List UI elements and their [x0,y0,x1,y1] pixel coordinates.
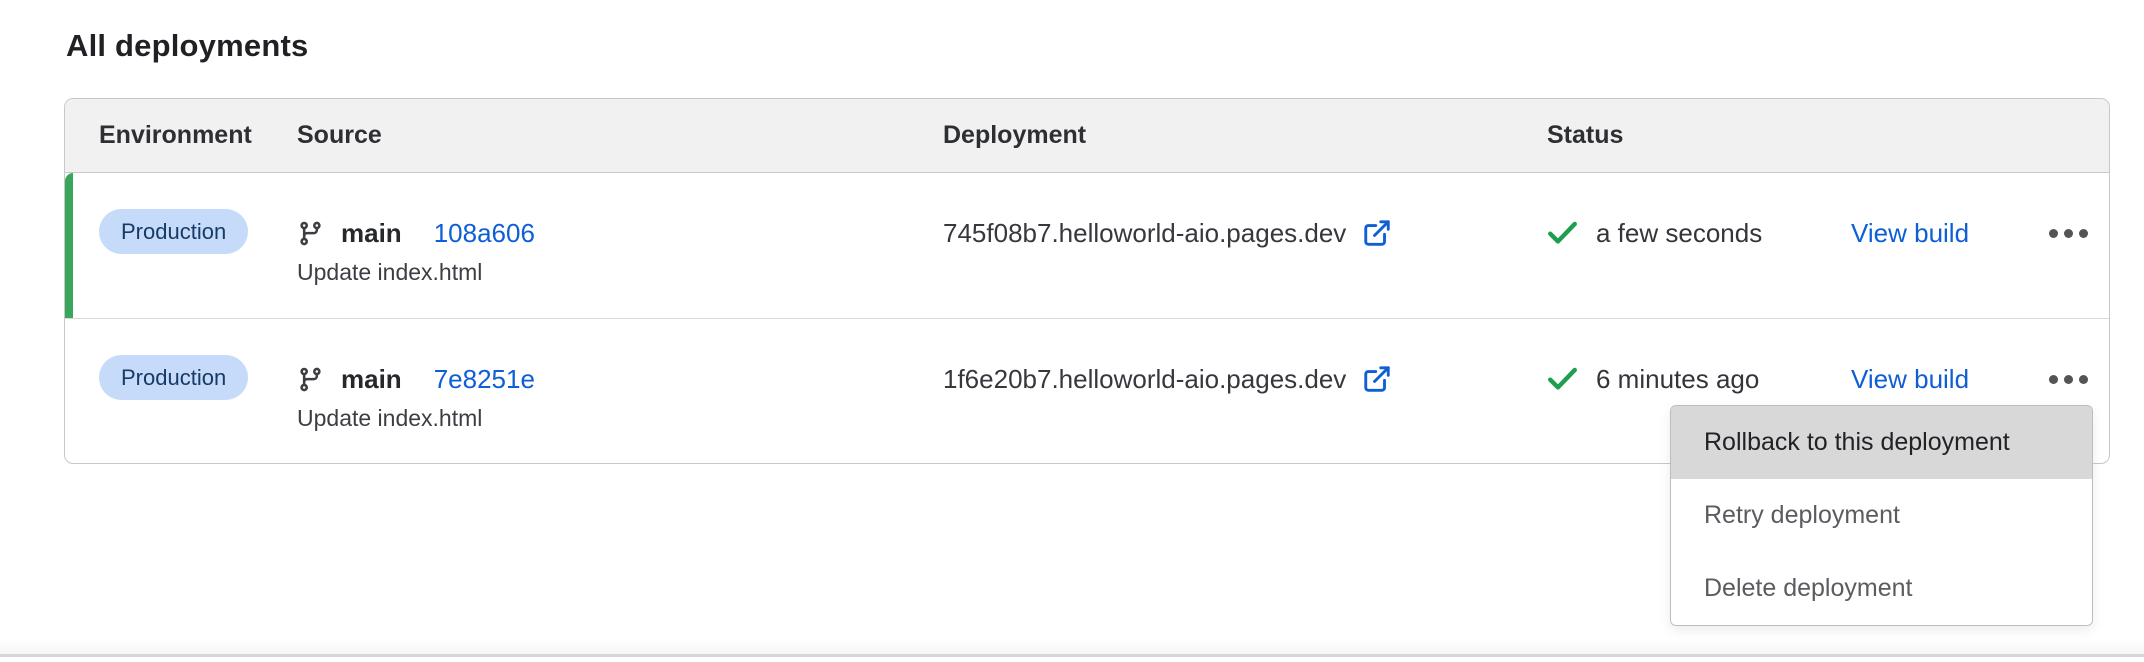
check-icon [1547,366,1578,392]
menu-item-delete[interactable]: Delete deployment [1671,552,2092,625]
commit-link[interactable]: 7e8251e [434,364,535,395]
environment-cell: Production [99,173,297,318]
column-header-environment: Environment [99,121,297,150]
external-link-icon[interactable] [1362,218,1392,248]
column-header-source: Source [297,121,943,150]
deployment-cell: 745f08b7.helloworld-aio.pages.dev [943,173,1547,318]
git-branch-icon [297,220,324,247]
git-branch-icon [297,366,324,393]
deployment-cell: 1f6e20b7.helloworld-aio.pages.dev [943,319,1547,463]
ellipsis-icon [2049,375,2088,384]
view-build-cell: View build [1851,173,2045,318]
table-header-row: Environment Source Deployment Status [65,99,2109,173]
section-divider [0,654,2144,657]
page-title: All deployments [66,28,308,64]
environment-badge: Production [99,209,248,254]
ellipsis-icon [2049,229,2088,238]
commit-link[interactable]: 108a606 [434,218,535,249]
row-actions-button[interactable] [2045,369,2092,390]
deployment-url: 1f6e20b7.helloworld-aio.pages.dev [943,364,1346,395]
status-time: a few seconds [1596,218,1762,249]
menu-item-retry[interactable]: Retry deployment [1671,479,2092,552]
actions-cell [2045,173,2109,318]
deployments-page: All deployments Environment Source Deplo… [0,0,2144,662]
commit-message: Update index.html [297,258,943,286]
environment-badge: Production [99,355,248,400]
external-link-icon[interactable] [1362,364,1392,394]
status-time: 6 minutes ago [1596,364,1759,395]
status-cell: a few seconds [1547,173,1851,318]
column-header-deployment: Deployment [943,121,1547,150]
environment-cell: Production [99,319,297,463]
source-cell: main 7e8251e Update index.html [297,319,943,463]
row-actions-context-menu: Rollback to this deployment Retry deploy… [1670,405,2093,626]
view-build-link[interactable]: View build [1851,218,1969,249]
column-header-status: Status [1547,121,1851,150]
deployment-url: 745f08b7.helloworld-aio.pages.dev [943,218,1346,249]
menu-item-rollback[interactable]: Rollback to this deployment [1671,406,2092,479]
check-icon [1547,220,1578,246]
view-build-link[interactable]: View build [1851,364,1969,395]
deployment-row: Production main 108a606 Update index.htm… [65,173,2109,318]
row-actions-button[interactable] [2045,223,2092,244]
commit-message: Update index.html [297,404,943,432]
branch-name: main [341,218,402,249]
branch-name: main [341,364,402,395]
section-fade [0,640,2144,654]
source-cell: main 108a606 Update index.html [297,173,943,318]
